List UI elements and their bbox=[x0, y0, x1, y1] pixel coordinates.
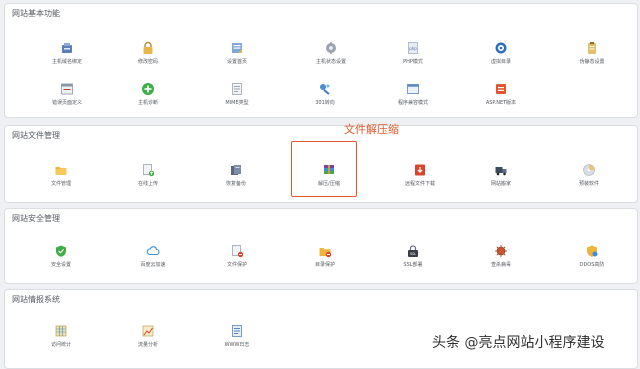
item-label: 安全设置 bbox=[50, 262, 71, 268]
callout-label: 文件解压缩 bbox=[344, 123, 399, 136]
item-label: 伪静态设置 bbox=[579, 59, 605, 65]
item-label: 网站搬家 bbox=[490, 181, 511, 187]
file-protection-button[interactable]: 文件保护 bbox=[197, 244, 277, 268]
file-protect-icon bbox=[230, 244, 244, 258]
virtual-directory-icon bbox=[494, 41, 508, 55]
item-label: 流量分析 bbox=[137, 342, 158, 348]
upload-file-icon bbox=[141, 163, 155, 177]
domain-binding-icon bbox=[60, 41, 74, 55]
mime-file-icon bbox=[230, 82, 244, 96]
item-label: 查杀病毒 bbox=[490, 262, 511, 268]
ddos-protection-button[interactable]: DDOS高防 bbox=[552, 244, 632, 268]
file-manager-button[interactable]: 文件管理 bbox=[21, 163, 101, 187]
diagnosis-plus-icon bbox=[141, 82, 155, 96]
item-label: 错误页面定义 bbox=[51, 100, 82, 106]
redirect-icon bbox=[318, 82, 332, 96]
cloud-icon bbox=[146, 244, 160, 258]
item-label: ASP.NET版本 bbox=[485, 100, 517, 106]
svg-text:SSL: SSL bbox=[410, 252, 416, 256]
lock-icon bbox=[141, 41, 155, 55]
domain-binding-button[interactable]: 主机域名绑定 bbox=[27, 41, 107, 65]
item-label: WWW日志 bbox=[224, 342, 250, 348]
remote-download-button[interactable]: 远程文件下载 bbox=[380, 163, 460, 187]
error-page-icon bbox=[60, 82, 74, 96]
restore-backup-button[interactable]: 恢复备份 bbox=[196, 163, 276, 187]
error-page-button[interactable]: 错误页面定义 bbox=[27, 82, 107, 106]
folder-protect-icon bbox=[318, 244, 332, 258]
item-label: 在线上传 bbox=[137, 181, 158, 187]
item-label: 虚拟目录 bbox=[490, 59, 511, 65]
shield-icon bbox=[54, 244, 68, 258]
function-grid: 主机域名绑定 修改密码 设置首页 主机状态设置 php PHP模式 虚拟目录 伪… bbox=[5, 4, 637, 117]
traffic-chart-icon bbox=[141, 324, 155, 338]
www-log-button[interactable]: WWW日志 bbox=[197, 324, 277, 348]
item-label: 主机状态设置 bbox=[315, 59, 346, 65]
set-homepage-button[interactable]: 设置首页 bbox=[197, 41, 277, 65]
security-settings-button[interactable]: 安全设置 bbox=[21, 244, 101, 268]
redirect-301-button[interactable]: 301转向 bbox=[285, 82, 365, 106]
backup-restore-icon bbox=[229, 163, 243, 177]
item-label: DDOS高防 bbox=[579, 262, 605, 268]
function-grid: 安全设置 百度云加速 文件保护 目录保护 SSL SSL部署 查杀病毒 DDOS… bbox=[5, 209, 637, 283]
php-file-icon: php bbox=[406, 41, 420, 55]
item-label: SSL部署 bbox=[403, 262, 423, 268]
item-label: 文件保护 bbox=[226, 262, 247, 268]
aspnet-version-button[interactable]: ASP.NET版本 bbox=[461, 82, 541, 106]
item-label: 主机域名绑定 bbox=[51, 59, 82, 65]
visit-stats-button[interactable]: 访问统计 bbox=[21, 324, 101, 348]
section-basic-functions: 网站基本功能 主机域名绑定 修改密码 设置首页 主机状态设置 php PHP模式… bbox=[4, 3, 638, 118]
item-label: 远程文件下载 bbox=[404, 181, 435, 187]
item-label: 预装软件 bbox=[578, 181, 599, 187]
traffic-analysis-button[interactable]: 流量分析 bbox=[108, 324, 188, 348]
svg-text:php: php bbox=[409, 46, 417, 51]
item-label: 301转向 bbox=[315, 100, 335, 106]
homepage-icon bbox=[230, 41, 244, 55]
section-intelligence-system: 网站情报系统 访问统计 流量分析 WWW日志 bbox=[4, 289, 638, 369]
preinstalled-software-button[interactable]: 预装软件 bbox=[549, 163, 629, 187]
function-grid: 访问统计 流量分析 WWW日志 bbox=[5, 290, 637, 368]
host-diagnosis-button[interactable]: 主机诊断 bbox=[108, 82, 188, 106]
item-label: 程序兼容模式 bbox=[397, 100, 428, 106]
virtual-directory-button[interactable]: 虚拟目录 bbox=[461, 41, 541, 65]
highlight-box bbox=[291, 141, 357, 197]
item-label: MIME类型 bbox=[225, 100, 249, 106]
disc-icon bbox=[582, 163, 596, 177]
calendar-stats-icon bbox=[54, 324, 68, 338]
item-label: PHP模式 bbox=[403, 59, 423, 65]
folder-icon bbox=[54, 163, 68, 177]
watermark-text: 头条 @亮点网站小程序建设 bbox=[432, 335, 605, 351]
directory-protection-button[interactable]: 目录保护 bbox=[285, 244, 365, 268]
aspnet-icon bbox=[494, 82, 508, 96]
truck-icon bbox=[494, 163, 508, 177]
baidu-cloud-button[interactable]: 百度云加速 bbox=[113, 244, 193, 268]
php-mode-button[interactable]: php PHP模式 bbox=[373, 41, 453, 65]
item-label: 设置首页 bbox=[226, 59, 247, 65]
item-label: 访问统计 bbox=[50, 342, 71, 348]
mime-type-button[interactable]: MIME类型 bbox=[197, 82, 277, 106]
item-label: 百度云加速 bbox=[140, 262, 166, 268]
online-upload-button[interactable]: 在线上传 bbox=[108, 163, 188, 187]
ddos-shield-icon bbox=[585, 244, 599, 258]
host-status-button[interactable]: 主机状态设置 bbox=[291, 41, 371, 65]
section-security-management: 网站安全管理 安全设置 百度云加速 文件保护 目录保护 SSL SSL部署 查杀… bbox=[4, 208, 638, 284]
clipboard-icon bbox=[585, 41, 599, 55]
ssl-deploy-button[interactable]: SSL SSL部署 bbox=[373, 244, 453, 268]
compat-mode-button[interactable]: 程序兼容模式 bbox=[373, 82, 453, 106]
ssl-icon: SSL bbox=[406, 244, 420, 258]
item-label: 文件管理 bbox=[50, 181, 71, 187]
site-migration-button[interactable]: 网站搬家 bbox=[461, 163, 541, 187]
virus-scan-button[interactable]: 查杀病毒 bbox=[461, 244, 541, 268]
log-file-icon bbox=[230, 324, 244, 338]
window-icon bbox=[406, 82, 420, 96]
item-label: 目录保护 bbox=[314, 262, 335, 268]
gear-icon bbox=[324, 41, 338, 55]
item-label: 恢复备份 bbox=[225, 181, 246, 187]
item-label: 主机诊断 bbox=[137, 100, 158, 106]
virus-scan-icon bbox=[494, 244, 508, 258]
pseudo-static-button[interactable]: 伪静态设置 bbox=[552, 41, 632, 65]
change-password-button[interactable]: 修改密码 bbox=[108, 41, 188, 65]
item-label: 修改密码 bbox=[137, 59, 158, 65]
download-icon bbox=[413, 163, 427, 177]
